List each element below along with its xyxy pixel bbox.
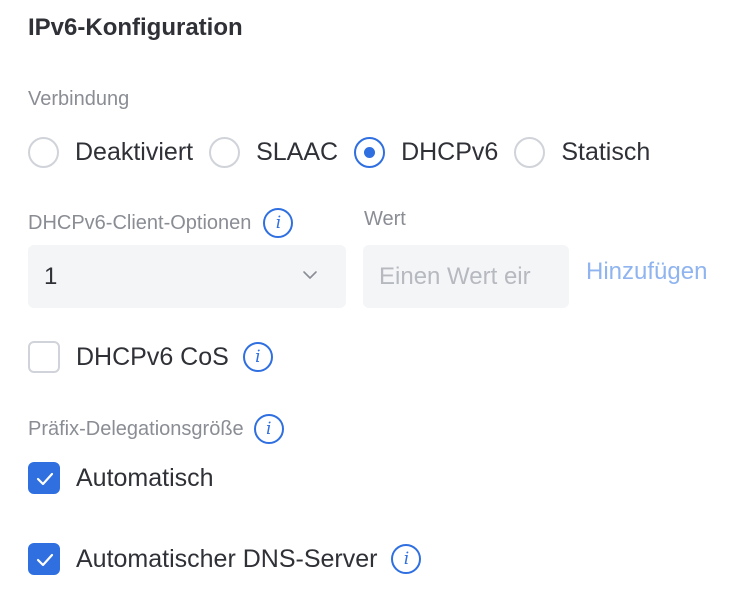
radio-statisch[interactable]	[514, 136, 546, 168]
radio-deaktiviert[interactable]	[28, 136, 59, 168]
prefix-auto-checkbox[interactable]	[28, 462, 60, 494]
cos-checkbox[interactable]	[28, 341, 60, 373]
info-icon[interactable]: i	[253, 414, 284, 444]
prefix-label: Präfix-Delegationsgröße	[28, 417, 244, 440]
checkmark-icon	[36, 553, 54, 567]
dns-label: Automatischer DNS-Server	[76, 544, 378, 573]
radio-option-statisch[interactable]: Statisch	[514, 136, 651, 168]
prefix-auto-row: Automatisch	[28, 462, 214, 494]
radio-option-dhcpv6[interactable]: DHCPv6	[354, 136, 499, 168]
radio-slaac[interactable]	[209, 136, 241, 168]
add-button[interactable]: Hinzufügen	[586, 258, 707, 286]
radio-label-dhcpv6: DHCPv6	[401, 137, 499, 166]
page-title: IPv6-Konfiguration	[28, 14, 243, 41]
value-input[interactable]	[363, 245, 569, 308]
checkmark-icon	[36, 472, 54, 486]
info-icon[interactable]: i	[242, 342, 273, 372]
client-options-label-row: DHCPv6-Client-Optionen i	[28, 208, 294, 238]
client-option-select-value: 1	[44, 262, 58, 290]
chevron-down-icon	[303, 271, 317, 279]
dns-checkbox[interactable]	[28, 543, 60, 575]
dns-row: Automatischer DNS-Server i	[28, 543, 422, 575]
radio-label-slaac: SLAAC	[256, 137, 339, 166]
prefix-label-row: Präfix-Delegationsgröße i	[28, 414, 284, 444]
radio-option-deaktiviert[interactable]: Deaktiviert	[28, 136, 194, 168]
cos-label: DHCPv6 CoS	[76, 342, 229, 371]
radio-dhcpv6[interactable]	[354, 136, 386, 168]
cos-row: DHCPv6 CoS i	[28, 341, 273, 373]
connection-label: Verbindung	[28, 88, 130, 110]
info-icon[interactable]: i	[391, 544, 422, 574]
radio-option-slaac[interactable]: SLAAC	[209, 136, 339, 168]
client-options-label: DHCPv6-Client-Optionen	[28, 211, 252, 234]
client-option-select[interactable]: 1	[28, 245, 346, 308]
info-icon[interactable]: i	[263, 208, 294, 238]
prefix-auto-label: Automatisch	[76, 463, 214, 492]
radio-label-deaktiviert: Deaktiviert	[75, 137, 194, 166]
value-label: Wert	[364, 208, 406, 230]
radio-label-statisch: Statisch	[561, 137, 651, 166]
connection-radio-group: Deaktiviert SLAAC DHCPv6 Statisch	[28, 136, 666, 168]
